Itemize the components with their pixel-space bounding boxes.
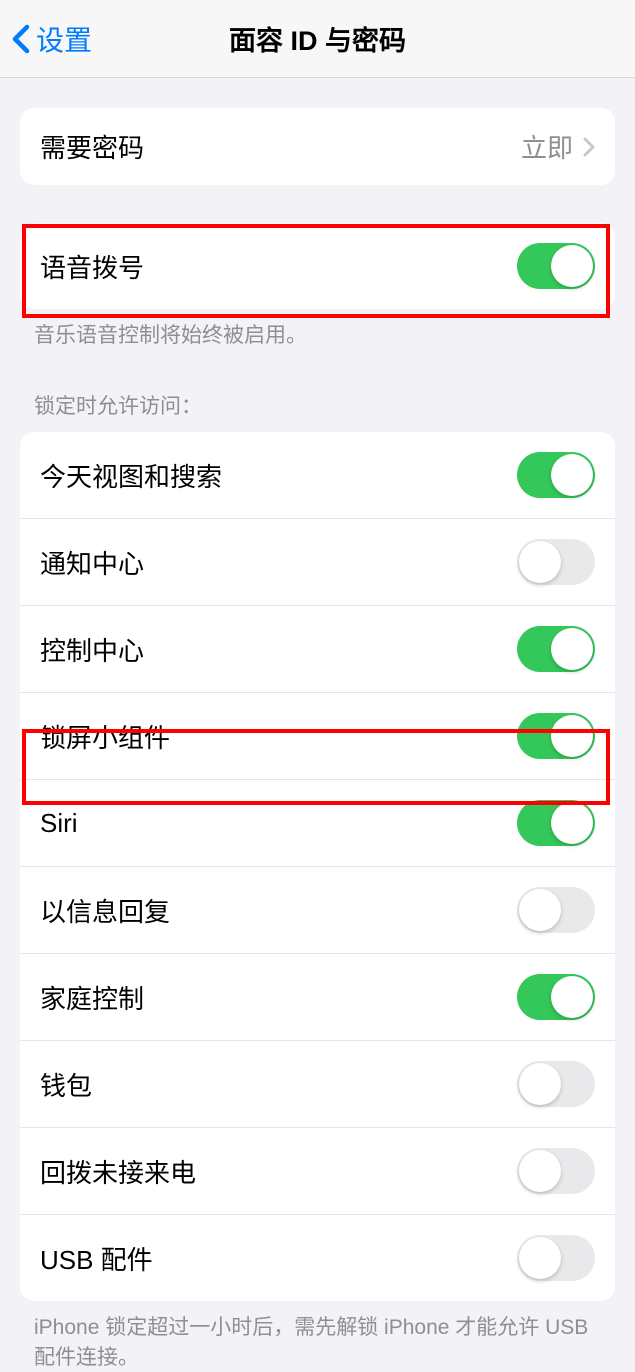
locked-access-row: USB 配件 [20,1215,615,1301]
require-passcode-group: 需要密码 立即 [20,108,615,185]
locked-access-row: 回拨未接来电 [20,1128,615,1215]
locked-access-item-label: 家庭控制 [40,979,144,1016]
toggle-knob [519,1150,561,1192]
locked-access-item-label: 锁屏小组件 [40,718,170,755]
locked-access-toggle[interactable] [517,626,595,672]
voice-dial-footer: 音乐语音控制将始终被启用。 [0,309,635,350]
page-title: 面容 ID 与密码 [229,19,406,58]
toggle-knob [519,889,561,931]
toggle-knob [551,715,593,757]
locked-access-row: 锁屏小组件 [20,693,615,780]
locked-access-toggle[interactable] [517,887,595,933]
locked-access-toggle[interactable] [517,539,595,585]
chevron-left-icon [12,24,30,54]
voice-dial-row: 语音拨号 [20,223,615,309]
toggle-knob [519,1063,561,1105]
locked-access-item-label: Siri [40,808,78,839]
voice-dial-group: 语音拨号 [20,223,615,309]
toggle-knob [519,541,561,583]
locked-access-header: 锁定时允许访问： [0,350,635,428]
voice-dial-label: 语音拨号 [40,248,144,285]
back-button[interactable]: 设置 [12,19,92,59]
voice-dial-toggle[interactable] [517,243,595,289]
nav-header: 设置 面容 ID 与密码 [0,0,635,78]
locked-access-group: 今天视图和搜索通知中心控制中心锁屏小组件 Siri 以信息回复家庭控制钱包回拨未接来… [20,432,615,1301]
locked-access-toggle[interactable] [517,974,595,1020]
locked-access-row: 控制中心 [20,606,615,693]
toggle-knob [551,802,593,844]
locked-access-item-label: 控制中心 [40,631,144,668]
toggle-knob [551,628,593,670]
locked-access-item-label: 通知中心 [40,544,144,581]
locked-access-toggle[interactable] [517,452,595,498]
locked-access-item-label: 今天视图和搜索 [40,457,222,494]
require-passcode-label: 需要密码 [40,128,144,165]
locked-access-row: 钱包 [20,1041,615,1128]
toggle-knob [551,245,593,287]
locked-access-row: 通知中心 [20,519,615,606]
locked-access-row: Siri [20,780,615,867]
require-passcode-value: 立即 [521,128,573,165]
locked-access-item-label: USB 配件 [40,1240,153,1277]
require-passcode-value-wrap: 立即 [521,128,595,165]
locked-access-toggle[interactable] [517,800,595,846]
require-passcode-row[interactable]: 需要密码 立即 [20,108,615,185]
toggle-knob [519,1237,561,1279]
locked-access-item-label: 以信息回复 [40,892,170,929]
locked-access-toggle[interactable] [517,1148,595,1194]
locked-access-item-label: 钱包 [40,1066,92,1103]
locked-access-row: 今天视图和搜索 [20,432,615,519]
chevron-right-icon [583,137,595,157]
locked-access-toggle[interactable] [517,1061,595,1107]
locked-access-item-label: 回拨未接来电 [40,1153,196,1190]
back-label: 设置 [36,19,92,59]
locked-access-row: 家庭控制 [20,954,615,1041]
locked-access-toggle[interactable] [517,1235,595,1281]
locked-access-footer: iPhone 锁定超过一小时后，需先解锁 iPhone 才能允许 USB 配件连… [0,1301,635,1372]
locked-access-row: 以信息回复 [20,867,615,954]
locked-access-toggle[interactable] [517,713,595,759]
toggle-knob [551,454,593,496]
toggle-knob [551,976,593,1018]
